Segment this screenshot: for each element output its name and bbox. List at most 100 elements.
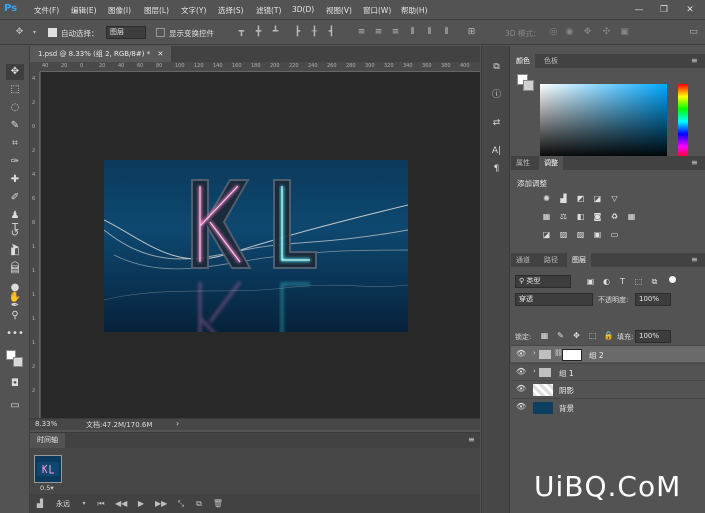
show-transform-checkbox[interactable] xyxy=(156,28,165,37)
mask-thumbnail[interactable] xyxy=(562,349,582,361)
align-hcenter-icon[interactable]: ╂ xyxy=(309,27,320,38)
zoom-tool-icon[interactable]: ⚲ xyxy=(6,308,24,324)
tab-color[interactable]: 颜色 xyxy=(511,54,535,68)
channel-mixer-icon[interactable]: ♻ xyxy=(609,212,620,222)
quick-select-tool-icon[interactable]: ✎ xyxy=(6,118,24,134)
opacity-field[interactable]: 100% xyxy=(635,293,671,306)
threshold-icon[interactable]: ▨ xyxy=(575,230,586,240)
move-tool-icon[interactable]: ✥ xyxy=(6,64,24,80)
document-canvas[interactable]: KL xyxy=(104,160,408,332)
black-white-icon[interactable]: ◧ xyxy=(575,212,586,222)
crop-tool-icon[interactable]: ⌗ xyxy=(6,136,24,152)
eye-icon[interactable]: 👁 xyxy=(516,349,526,359)
hand-tool-icon[interactable]: ✋ xyxy=(6,290,24,306)
zoom-level[interactable]: 8.33% xyxy=(35,420,57,428)
info-panel-icon[interactable]: ⓘ xyxy=(489,88,504,103)
gradient-map-icon[interactable]: ▭ xyxy=(609,230,620,240)
filter-shape-icon[interactable]: ⬚ xyxy=(633,277,644,287)
posterize-icon[interactable]: ▨ xyxy=(558,230,569,240)
color-field[interactable] xyxy=(540,84,667,159)
play-icon[interactable]: ▶ xyxy=(135,498,147,510)
photo-filter-icon[interactable]: ◙ xyxy=(592,212,603,222)
move-icon[interactable]: ✥ xyxy=(14,27,25,38)
auto-align-icon[interactable]: ⊞ xyxy=(466,27,477,38)
convert-timeline-icon[interactable]: ▟ xyxy=(34,498,46,510)
3d-roll-icon[interactable]: ◉ xyxy=(564,27,575,38)
layer-name[interactable]: 背景 xyxy=(559,403,574,414)
filter-type-dropdown[interactable]: ⚲ 类型 xyxy=(515,275,571,288)
distribute-hcenter-icon[interactable]: ⦀ xyxy=(424,27,435,38)
tab-layers[interactable]: 图层 xyxy=(567,253,591,267)
expand-arrow-icon[interactable]: › xyxy=(533,367,536,375)
3d-orbit-icon[interactable]: ◎ xyxy=(548,27,559,38)
menu-view[interactable]: 视图(V) xyxy=(326,5,352,16)
3d-scale-icon[interactable]: ▣ xyxy=(619,27,630,38)
brush-tool-icon[interactable]: ✐ xyxy=(6,190,24,206)
menu-filter[interactable]: 滤镜(T) xyxy=(256,5,281,16)
close-button[interactable]: ✕ xyxy=(681,3,699,17)
menu-help[interactable]: 帮助(H) xyxy=(401,5,428,16)
filter-smart-icon[interactable]: ⧉ xyxy=(649,277,660,287)
align-vcenter-icon[interactable]: ╋ xyxy=(253,27,264,38)
lasso-tool-icon[interactable]: ◌ xyxy=(6,100,24,116)
tab-channels[interactable]: 通道 xyxy=(511,253,535,267)
exposure-icon[interactable]: ◪ xyxy=(592,194,603,204)
menu-window[interactable]: 窗口(W) xyxy=(363,5,391,16)
auto-select-dropdown[interactable]: 图层 xyxy=(106,26,146,39)
delete-frame-icon[interactable]: 🗑 xyxy=(212,498,224,510)
curves-icon[interactable]: ◩ xyxy=(575,194,586,204)
tool-presets-icon[interactable]: ⇄ xyxy=(489,116,504,131)
eye-icon[interactable]: 👁 xyxy=(516,367,526,377)
lock-position-icon[interactable]: ✥ xyxy=(571,331,582,341)
menu-layer[interactable]: 图层(L) xyxy=(144,5,169,16)
restore-button[interactable]: ❐ xyxy=(655,3,673,17)
selective-color-icon[interactable]: ▣ xyxy=(592,230,603,240)
panel-menu-icon[interactable]: ≡ xyxy=(691,255,698,264)
fill-field[interactable]: 100% xyxy=(635,330,671,343)
menu-3d[interactable]: 3D(D) xyxy=(292,5,314,14)
hue-slider[interactable] xyxy=(678,84,688,159)
layer-row[interactable]: 👁 › ⛓ 组 2 xyxy=(511,345,705,362)
layer-name[interactable]: 组 1 xyxy=(559,368,574,379)
quick-mask-icon[interactable]: ◘ xyxy=(6,376,24,392)
blend-mode-dropdown[interactable]: 穿透 xyxy=(515,293,593,306)
minimize-button[interactable]: — xyxy=(630,3,648,17)
auto-select-checkbox[interactable] xyxy=(48,28,57,37)
chevron-down-icon[interactable]: ▾ xyxy=(29,27,40,38)
expand-arrow-icon[interactable]: › xyxy=(533,349,536,357)
more-tools-icon[interactable]: ••• xyxy=(6,326,24,342)
background-swatch[interactable] xyxy=(523,80,534,91)
color-balance-icon[interactable]: ⚖ xyxy=(558,212,569,222)
panel-menu-icon[interactable]: ≡ xyxy=(691,56,698,65)
panel-menu-icon[interactable]: ≡ xyxy=(468,435,475,444)
vibrance-icon[interactable]: ▽ xyxy=(609,194,620,204)
align-left-icon[interactable]: ┣ xyxy=(292,27,303,38)
lock-artboard-icon[interactable]: ⬚ xyxy=(587,331,598,341)
type-tool-icon[interactable]: T xyxy=(6,220,24,236)
color-lookup-icon[interactable]: ▦ xyxy=(626,212,637,222)
tab-swatches[interactable]: 色板 xyxy=(539,54,563,68)
loop-dropdown-icon[interactable]: ▾ xyxy=(78,498,90,510)
status-menu-arrow-icon[interactable]: › xyxy=(176,419,179,428)
distribute-bottom-icon[interactable]: ≡ xyxy=(390,27,401,38)
timeline-frame[interactable] xyxy=(34,455,62,483)
healing-brush-tool-icon[interactable]: ✚ xyxy=(6,172,24,188)
tab-paths[interactable]: 路径 xyxy=(539,253,563,267)
layer-row[interactable]: 👁 背景 xyxy=(511,398,705,415)
eyedropper-tool-icon[interactable]: ✑ xyxy=(6,154,24,170)
close-tab-icon[interactable]: ✕ xyxy=(157,50,163,58)
filter-adjust-icon[interactable]: ◐ xyxy=(601,277,612,287)
workspace-icon[interactable]: ▭ xyxy=(688,27,699,38)
filter-toggle[interactable] xyxy=(669,276,676,283)
tab-timeline[interactable]: 时间轴 xyxy=(30,433,65,448)
eye-icon[interactable]: 👁 xyxy=(516,402,526,412)
marquee-tool-icon[interactable]: ⬚ xyxy=(6,82,24,98)
distribute-top-icon[interactable]: ≡ xyxy=(356,27,367,38)
background-color-swatch[interactable] xyxy=(13,357,23,367)
invert-icon[interactable]: ◪ xyxy=(541,230,552,240)
path-select-tool-icon[interactable]: ➤ xyxy=(6,240,24,256)
layer-name[interactable]: 组 2 xyxy=(589,350,604,361)
panel-menu-icon[interactable]: ≡ xyxy=(691,158,698,167)
filter-pixel-icon[interactable]: ▣ xyxy=(585,277,596,287)
layer-name[interactable]: 阴影 xyxy=(559,385,574,396)
